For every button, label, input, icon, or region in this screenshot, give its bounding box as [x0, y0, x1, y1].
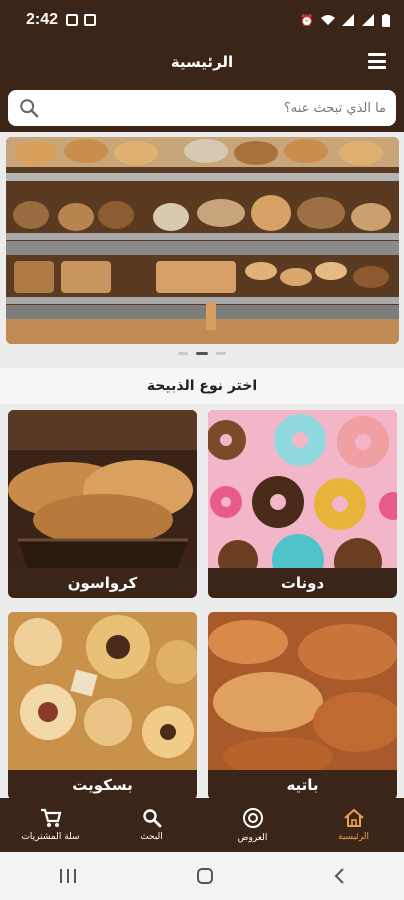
category-label: دونات [280, 574, 325, 592]
nav-offers-label: العروض [237, 833, 268, 843]
category-label: كرواسون [67, 574, 138, 592]
gallery-notification-icon [66, 14, 79, 26]
search-nav-icon [142, 809, 161, 828]
home-button-icon[interactable] [196, 867, 214, 885]
status-bar: 2:42 ⏰ [0, 0, 404, 40]
page-title: الرئيسية [170, 53, 234, 71]
search-bar-container [0, 84, 404, 132]
offers-icon [242, 808, 263, 828]
carousel-dot-active[interactable] [196, 352, 208, 355]
nav-cart-label: سلة المشتريات [21, 832, 80, 842]
carousel-dots [0, 352, 404, 355]
carousel-dot[interactable] [216, 352, 226, 355]
nav-search[interactable]: البحث [101, 798, 202, 852]
category-card-biscuit[interactable]: بسكويت [8, 612, 197, 800]
signal-icon [342, 14, 354, 26]
section-title: اختر نوع الذبيحة [0, 368, 404, 404]
signal-icon-2 [362, 14, 374, 26]
search-box[interactable] [8, 90, 396, 126]
battery-icon [382, 13, 390, 27]
carousel-dot[interactable] [178, 352, 188, 355]
category-card-croissant[interactable]: كرواسون [8, 410, 197, 598]
home-icon [343, 808, 364, 827]
wifi-icon [321, 15, 335, 25]
app-notification-icon [84, 14, 97, 26]
category-card-pate[interactable]: باتيه [208, 612, 397, 800]
nav-home[interactable]: الرئيسية [303, 798, 404, 852]
hero-banner-image[interactable] [6, 137, 399, 344]
donuts-image [208, 410, 397, 568]
back-icon[interactable] [333, 868, 345, 884]
nav-cart[interactable]: سلة المشتريات [0, 798, 101, 852]
search-input[interactable] [48, 100, 386, 116]
bottom-navigation: سلة المشتريات البحث العروض الرئيسية [0, 798, 404, 852]
category-card-donuts[interactable]: دونات [208, 410, 397, 598]
system-navigation-bar [0, 852, 404, 900]
biscuit-image [8, 612, 197, 770]
nav-home-label: الرئيسية [338, 832, 369, 842]
cart-icon [40, 808, 61, 827]
pate-image [208, 612, 397, 770]
search-icon[interactable] [18, 97, 40, 119]
nav-offers[interactable]: العروض [202, 798, 303, 852]
category-label: بسكويت [72, 776, 133, 794]
menu-icon[interactable] [368, 53, 386, 69]
alarm-icon: ⏰ [300, 13, 314, 27]
croissant-image [8, 410, 197, 568]
nav-search-label: البحث [140, 832, 163, 842]
category-label: باتيه [286, 776, 319, 794]
app-bar: الرئيسية [0, 40, 404, 84]
recent-apps-icon[interactable] [59, 868, 77, 884]
status-time: 2:42 [26, 11, 59, 28]
